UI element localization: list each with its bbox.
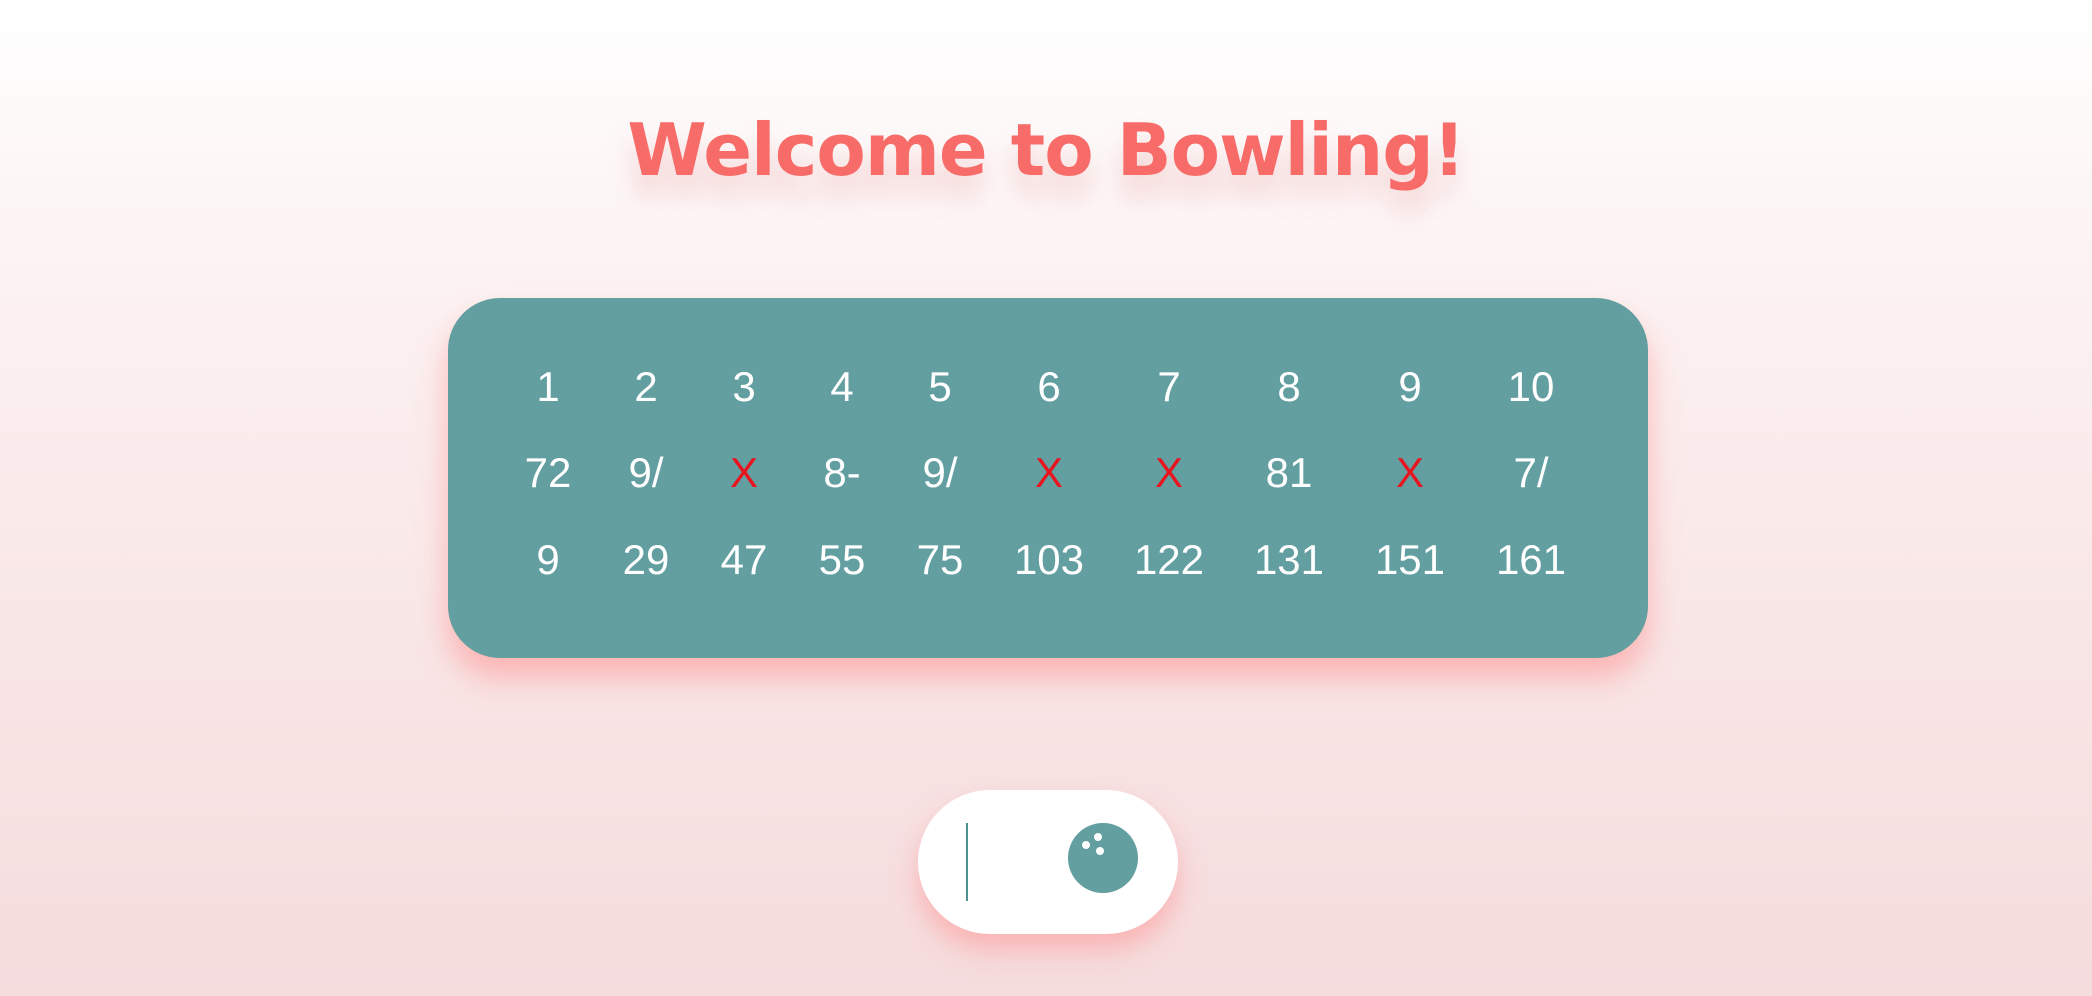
frame-number: 5	[928, 363, 952, 410]
frame-score: 9	[536, 536, 560, 583]
text-cursor	[966, 823, 968, 901]
frame-rolls: 8-	[823, 449, 861, 496]
rolls-row: 72 9/ X 8- 9/ X X 81 X 7/	[0, 443, 2092, 503]
frame-number: 3	[732, 363, 756, 410]
frame-score: 55	[818, 536, 866, 583]
frame-rolls: 72	[524, 449, 572, 496]
frame-rolls: 7/	[1513, 449, 1549, 496]
frame-rolls: 9/	[922, 449, 958, 496]
strike-mark: X	[1395, 449, 1424, 496]
frame-number-row: 1 2 3 4 5 6 7 8 9 10	[0, 357, 2092, 417]
frame-number: 1	[536, 363, 560, 410]
frame-score: 122	[1133, 536, 1205, 583]
page-title: Welcome to Bowling!	[627, 108, 1465, 192]
bowling-ball-icon[interactable]	[1068, 823, 1138, 893]
roll-input[interactable]	[918, 790, 1178, 934]
frame-number: 6	[1037, 363, 1061, 410]
frame-score: 47	[720, 536, 768, 583]
finger-hole	[1096, 847, 1104, 855]
frame-number: 8	[1277, 363, 1301, 410]
frame-rolls: 81	[1265, 449, 1313, 496]
frame-number: 7	[1157, 363, 1181, 410]
frame-score: 103	[1013, 536, 1085, 583]
finger-hole	[1094, 833, 1102, 841]
cumulative-score-row: 9 29 47 55 75 103 122 131 151 161	[0, 530, 2092, 590]
finger-hole	[1082, 841, 1090, 849]
frame-score: 75	[916, 536, 964, 583]
frame-number: 2	[634, 363, 658, 410]
frame-number: 9	[1398, 363, 1422, 410]
frame-number: 4	[830, 363, 854, 410]
strike-mark: X	[729, 449, 758, 496]
frame-score: 151	[1374, 536, 1446, 583]
frame-rolls: 9/	[628, 449, 664, 496]
frame-score: 131	[1253, 536, 1325, 583]
strike-mark: X	[1034, 449, 1063, 496]
frame-score: 29	[622, 536, 670, 583]
frame-score: 161	[1495, 536, 1567, 583]
frame-number: 10	[1507, 363, 1555, 410]
strike-mark: X	[1154, 449, 1183, 496]
